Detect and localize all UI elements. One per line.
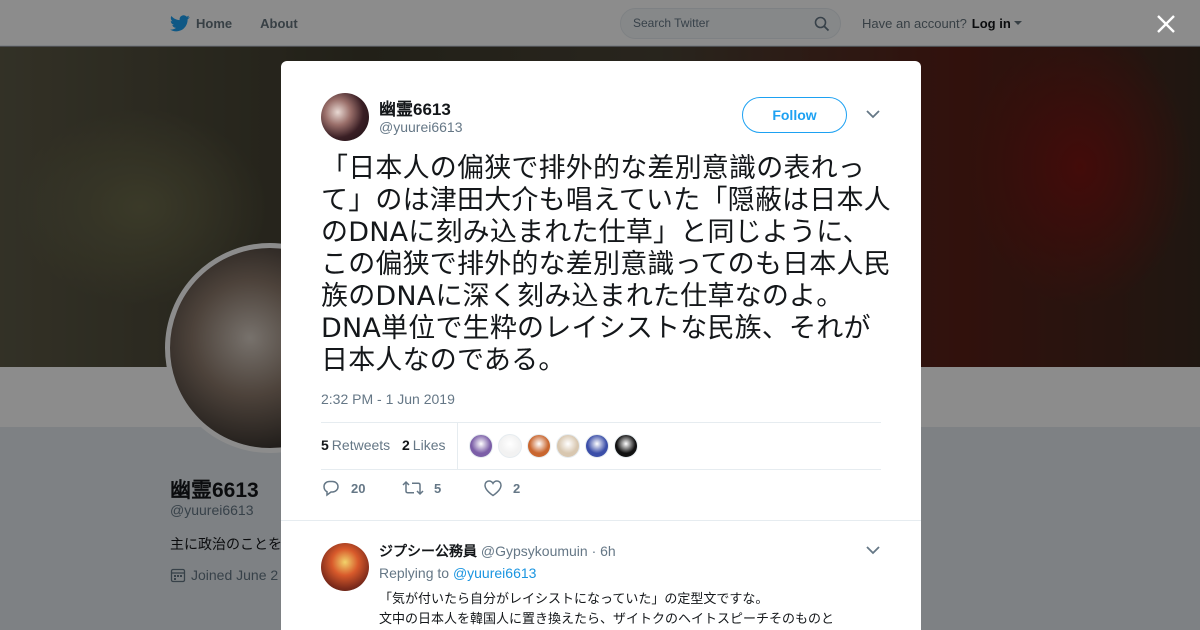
tweet-text: 「日本人の偏狭で排外的な差別意識の表れって」のは津田大介も唱えていた「隠蔽は日本…: [321, 153, 891, 376]
follow-button[interactable]: Follow: [742, 97, 847, 133]
likes-count: 2: [402, 437, 410, 453]
tweet-header: 幽霊6613 @yuurei6613 Follow: [321, 93, 881, 143]
replying-to: Replying to @yuurei6613: [379, 565, 536, 581]
like-count: 2: [513, 480, 521, 496]
reply-age[interactable]: · 6h: [592, 543, 616, 559]
reply-button[interactable]: 20: [321, 479, 365, 497]
heart-icon: [484, 480, 502, 497]
chevron-down-icon[interactable]: [865, 544, 881, 556]
reply-header: ジプシー公務員 @Gypsykoumuin · 6h: [379, 541, 616, 561]
reply-text-line: 「気が付いたら自分がレイシストになっていた」の定型文ですな。: [379, 592, 769, 607]
tweet-stats: 5 Retweets 2 Likes: [321, 422, 881, 470]
retweet-count: 5: [434, 480, 442, 496]
tweet-modal: 幽霊6613 @yuurei6613 Follow 「日本人の偏狭で排外的な差別…: [281, 61, 921, 630]
reply-text-line: 文中の日本人を韓国人に置き換えたら、ザイトクのヘイトスピーチそのものと: [379, 612, 835, 627]
likes-label: Likes: [412, 437, 446, 453]
avatar[interactable]: [321, 93, 369, 141]
retweet-icon: [402, 480, 424, 496]
liker-avatar[interactable]: [614, 434, 638, 458]
liker-avatar[interactable]: [498, 434, 522, 458]
avatar[interactable]: [321, 543, 369, 591]
tweet-user-handle[interactable]: @yuurei6613: [379, 119, 463, 135]
liker-avatar[interactable]: [527, 434, 551, 458]
retweets-label: Retweets: [331, 437, 391, 453]
reply-count: 20: [351, 480, 366, 496]
liker-avatars: [469, 434, 643, 458]
chevron-down-icon[interactable]: [865, 108, 881, 120]
close-icon[interactable]: [1154, 12, 1178, 36]
replying-to-prefix: Replying to: [379, 565, 450, 581]
retweet-button[interactable]: 5: [402, 479, 441, 497]
tweet-user-name[interactable]: 幽霊6613: [379, 95, 451, 120]
stats-divider: [457, 423, 458, 469]
liker-avatar[interactable]: [556, 434, 580, 458]
retweets-stat[interactable]: 5 Retweets: [321, 437, 390, 453]
reply-text: 「気が付いたら自分がレイシストになっていた」の定型文ですな。 文中の日本人を韓国…: [379, 590, 879, 630]
tweet-timestamp[interactable]: 2:32 PM - 1 Jun 2019: [321, 391, 455, 407]
like-button[interactable]: 2: [483, 479, 520, 497]
reply-user-name[interactable]: ジプシー公務員: [379, 543, 477, 559]
reply-user-handle[interactable]: @Gypsykoumuin: [481, 543, 588, 559]
replying-to-link[interactable]: @yuurei6613: [453, 565, 537, 581]
tweet-actions: 20 5 2: [321, 479, 881, 503]
reply-icon: [323, 480, 339, 497]
replies-divider: [281, 520, 921, 530]
liker-avatar[interactable]: [585, 434, 609, 458]
liker-avatar[interactable]: [469, 434, 493, 458]
retweets-count: 5: [321, 437, 329, 453]
likes-stat[interactable]: 2 Likes: [402, 437, 445, 453]
